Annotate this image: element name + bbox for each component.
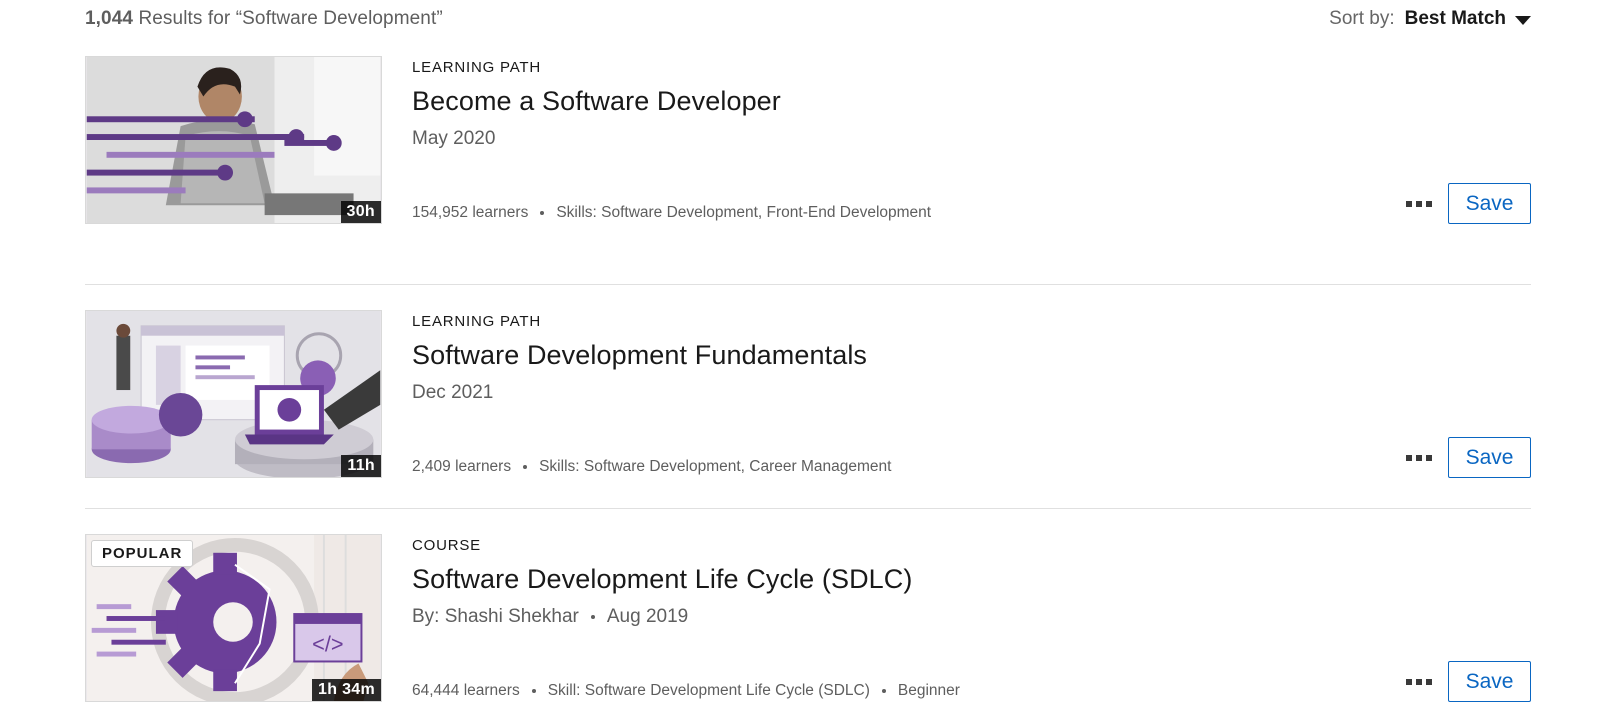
item-title[interactable]: Software Development Fundamentals	[412, 340, 867, 371]
content-type: LEARNING PATH	[412, 59, 542, 76]
separator-dot	[540, 211, 545, 215]
learners-count: 154,952 learners	[412, 204, 529, 221]
more-options-icon[interactable]	[1404, 195, 1434, 213]
item-meta: 64,444 learners Skill: Software Developm…	[412, 682, 960, 700]
learners-count: 64,444 learners	[412, 682, 520, 699]
separator-dot	[523, 465, 528, 469]
difficulty-level: Beginner	[897, 682, 960, 699]
item-actions: Save	[1404, 661, 1531, 702]
list-item: </> POPULAR 1h 34m COURSE Software Devel…	[85, 504, 1531, 716]
item-subtitle: By: Shashi Shekhar Aug 2019	[412, 606, 688, 628]
more-options-icon[interactable]	[1404, 449, 1434, 467]
save-button[interactable]: Save	[1448, 183, 1531, 224]
sort-label: Sort by:	[1329, 8, 1395, 29]
results-list: 30h LEARNING PATH Become a Software Deve…	[85, 56, 1531, 716]
separator-dot	[881, 689, 886, 693]
save-button[interactable]: Save	[1448, 661, 1531, 702]
content-type: COURSE	[412, 537, 481, 554]
sort-value[interactable]: Best Match	[1405, 8, 1506, 30]
sort-dropdown[interactable]: Sort by: Best Match	[1329, 8, 1531, 30]
release-date: Dec 2021	[412, 382, 494, 403]
course-thumbnail[interactable]: 11h	[85, 310, 382, 478]
item-info: LEARNING PATH Become a Software Develope…	[412, 56, 1531, 226]
results-header: 1,044 Results for “Software Development”…	[85, 0, 1531, 40]
item-info: LEARNING PATH Software Development Funda…	[412, 310, 1531, 480]
duration-badge: 1h 34m	[312, 679, 381, 701]
list-item: 11h LEARNING PATH Software Development F…	[85, 280, 1531, 509]
caret-down-icon[interactable]	[1515, 15, 1531, 25]
release-date: Aug 2019	[606, 606, 689, 627]
skills-text: Skill: Software Development Life Cycle (…	[547, 682, 870, 699]
item-meta: 2,409 learners Skills: Software Developm…	[412, 458, 891, 476]
fundamentals-illustration-image	[86, 311, 381, 477]
results-summary: 1,044 Results for “Software Development”	[85, 8, 443, 30]
author-name[interactable]: By: Shashi Shekhar	[412, 606, 579, 628]
item-meta: 154,952 learners Skills: Software Develo…	[412, 204, 931, 222]
list-item: 30h LEARNING PATH Become a Software Deve…	[85, 56, 1531, 285]
svg-text:</>: </>	[312, 632, 343, 657]
release-date: May 2020	[412, 128, 496, 149]
results-count: 1,044	[85, 8, 134, 29]
item-title[interactable]: Become a Software Developer	[412, 86, 781, 117]
course-thumbnail[interactable]: 30h	[85, 56, 382, 224]
course-thumbnail[interactable]: </> POPULAR 1h 34m	[85, 534, 382, 702]
results-query: Results for “Software Development”	[138, 8, 443, 29]
item-actions: Save	[1404, 183, 1531, 224]
popular-badge: POPULAR	[91, 540, 194, 567]
duration-badge: 11h	[341, 455, 381, 477]
learners-count: 2,409 learners	[412, 458, 512, 475]
save-button[interactable]: Save	[1448, 437, 1531, 478]
item-actions: Save	[1404, 437, 1531, 478]
separator-dot	[531, 689, 536, 693]
separator-dot	[590, 615, 595, 619]
item-subtitle: Dec 2021	[412, 382, 493, 404]
skills-text: Skills: Software Development, Career Man…	[539, 458, 892, 475]
developer-woman-image	[86, 57, 381, 223]
duration-badge: 30h	[340, 201, 381, 223]
item-title[interactable]: Software Development Life Cycle (SDLC)	[412, 564, 913, 595]
skills-text: Skills: Software Development, Front-End …	[556, 204, 932, 221]
item-info: COURSE Software Development Life Cycle (…	[412, 534, 1531, 704]
item-subtitle: May 2020	[412, 128, 495, 150]
more-options-icon[interactable]	[1404, 673, 1434, 691]
content-type: LEARNING PATH	[412, 313, 542, 330]
